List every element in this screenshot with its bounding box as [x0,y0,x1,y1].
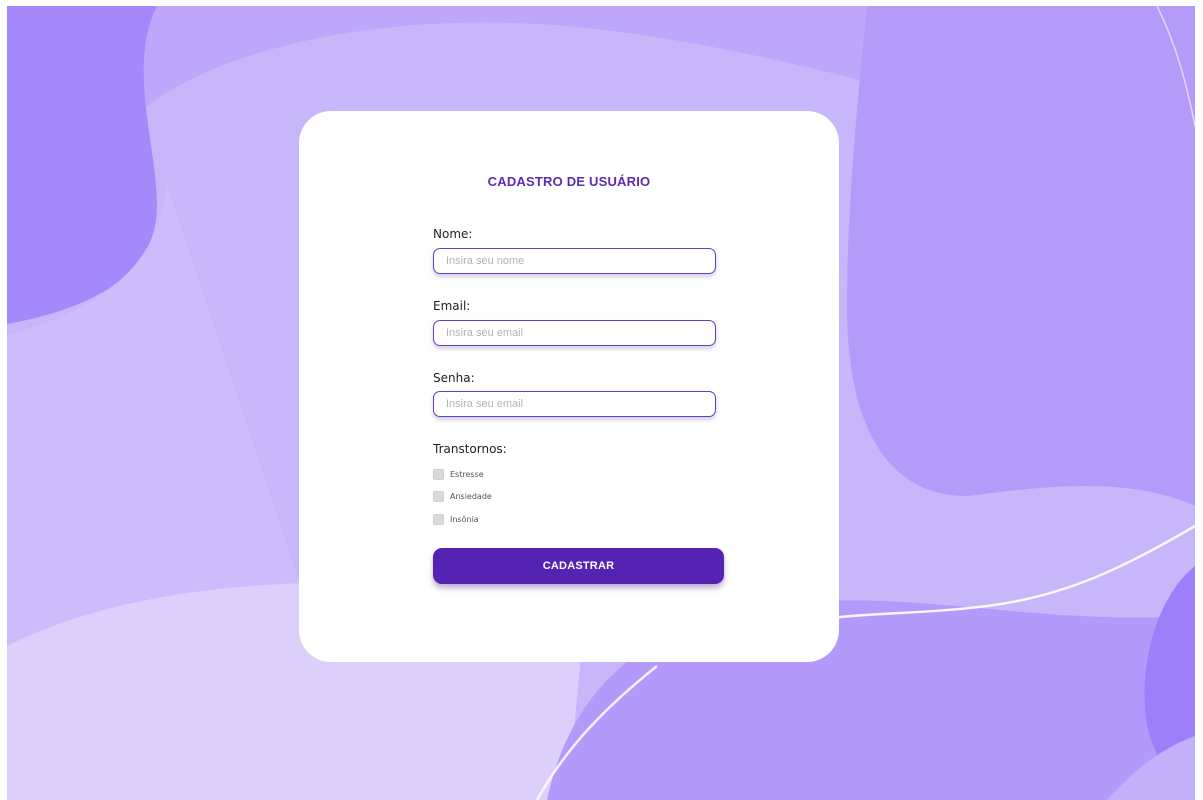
form-title: CADASTRO DE USUÁRIO [487,174,651,189]
checkbox-insomnia[interactable] [433,513,444,525]
page-background: CADASTRO DE USUÁRIO Nome: Email: Senha: … [7,6,1195,800]
checkbox-label-insomnia: Insônia [450,514,479,524]
password-label: Senha: [433,371,475,385]
checkbox-label-anxiety: Ansiedade [450,491,492,501]
name-label: Nome: [433,227,473,241]
name-input[interactable] [433,248,716,274]
email-input[interactable] [433,320,716,346]
checkbox-label-stress: Estresse [450,469,484,479]
checkbox-option-anxiety[interactable]: Ansiedade [433,489,492,503]
register-button[interactable]: CADASTRAR [433,548,724,584]
password-input[interactable] [433,391,716,417]
checkbox-option-insomnia[interactable]: Insônia [433,512,479,526]
registration-card: CADASTRO DE USUÁRIO Nome: Email: Senha: … [299,111,839,662]
disorders-label: Transtornos: [433,442,507,456]
checkbox-option-stress[interactable]: Estresse [433,467,484,481]
checkbox-anxiety[interactable] [433,490,444,502]
email-label: Email: [433,299,471,313]
checkbox-stress[interactable] [433,468,444,480]
